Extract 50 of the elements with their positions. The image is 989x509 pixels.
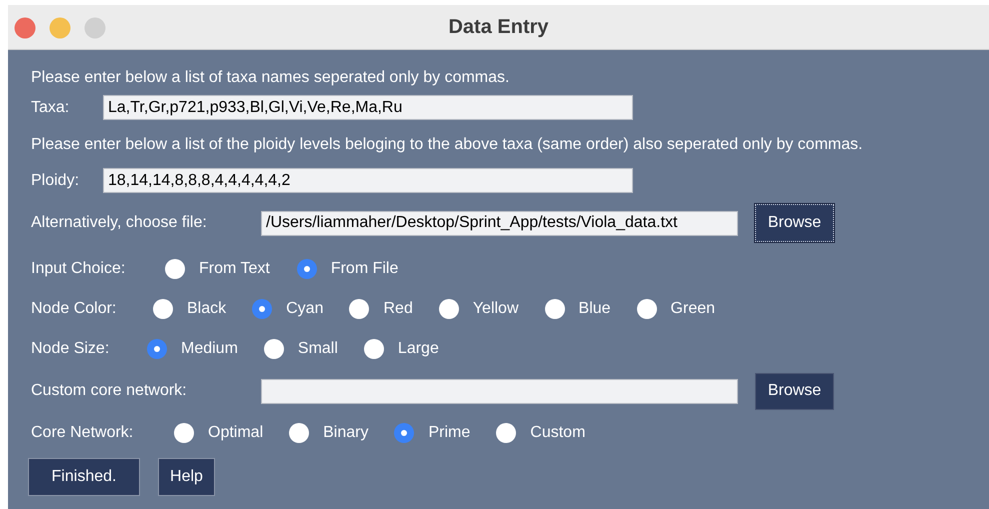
- radio-label: Custom: [530, 423, 586, 443]
- radio-label: Optimal: [208, 423, 264, 443]
- input-field[interactable]: [261, 378, 738, 404]
- finished-button[interactable]: Finished.: [28, 458, 140, 496]
- radio-button[interactable]: [264, 339, 284, 359]
- group-label: Core Network:: [31, 423, 134, 443]
- radio-button[interactable]: [438, 299, 459, 319]
- radio-label: Binary: [323, 423, 368, 443]
- radio-button[interactable]: [174, 423, 194, 443]
- radio-label: Small: [298, 339, 338, 359]
- radio-button[interactable]: [153, 299, 173, 319]
- radio-button[interactable]: [394, 423, 414, 443]
- group-label: Node Color:: [31, 299, 118, 319]
- radio-label: Blue: [578, 299, 611, 319]
- radio-label: Green: [670, 299, 716, 319]
- field-label: Ploidy:: [31, 170, 80, 190]
- close-icon[interactable]: [14, 17, 36, 39]
- field-label: Taxa:: [31, 98, 70, 118]
- radio-button[interactable]: [296, 259, 317, 279]
- group-label: Input Choice:: [31, 259, 126, 279]
- input-field[interactable]: /Users/liammaher/Desktop/Sprint_App/tests/Viola_data.txt: [261, 210, 738, 236]
- radio-label: Yellow: [472, 299, 519, 319]
- group-label: Node Size:: [31, 339, 110, 359]
- instruction-text: Please enter below a list of the ploidy levels beloging to the above taxa (same order) also seperated only by commas.: [31, 135, 863, 155]
- radio-button[interactable]: [147, 339, 167, 359]
- help-button[interactable]: Help: [158, 458, 215, 496]
- radio-label: Medium: [181, 339, 238, 359]
- radio-button[interactable]: [349, 299, 370, 319]
- radio-label: From File: [330, 259, 398, 279]
- input-field[interactable]: 18,14,14,8,8,8,4,4,4,4,4,2: [103, 168, 633, 193]
- radio-label: Red: [383, 299, 413, 319]
- field-label: Custom core network:: [31, 381, 188, 401]
- radio-button[interactable]: [544, 299, 565, 319]
- radio-button[interactable]: [636, 299, 657, 319]
- browse-button[interactable]: Browse: [755, 372, 834, 410]
- radio-label: From Text: [199, 259, 270, 279]
- radio-label: Prime: [428, 423, 470, 443]
- instruction-text: Please enter below a list of taxa names seperated only by commas.: [31, 68, 510, 88]
- radio-label: Large: [398, 339, 439, 359]
- input-field[interactable]: La,Tr,Gr,p721,p933,Bl,Gl,Vi,Ve,Re,Ma,Ru: [103, 95, 633, 120]
- radio-button[interactable]: [364, 339, 384, 359]
- radio-button[interactable]: [165, 259, 185, 279]
- window-title: Data Entry: [448, 15, 549, 40]
- radio-button[interactable]: [289, 423, 310, 443]
- field-label: Alternatively, choose file:: [31, 213, 208, 233]
- radio-label: Cyan: [286, 299, 324, 319]
- radio-label: Black: [187, 299, 226, 319]
- radio-button[interactable]: [496, 423, 516, 443]
- browse-button[interactable]: Browse: [755, 204, 834, 242]
- radio-button[interactable]: [252, 299, 272, 319]
